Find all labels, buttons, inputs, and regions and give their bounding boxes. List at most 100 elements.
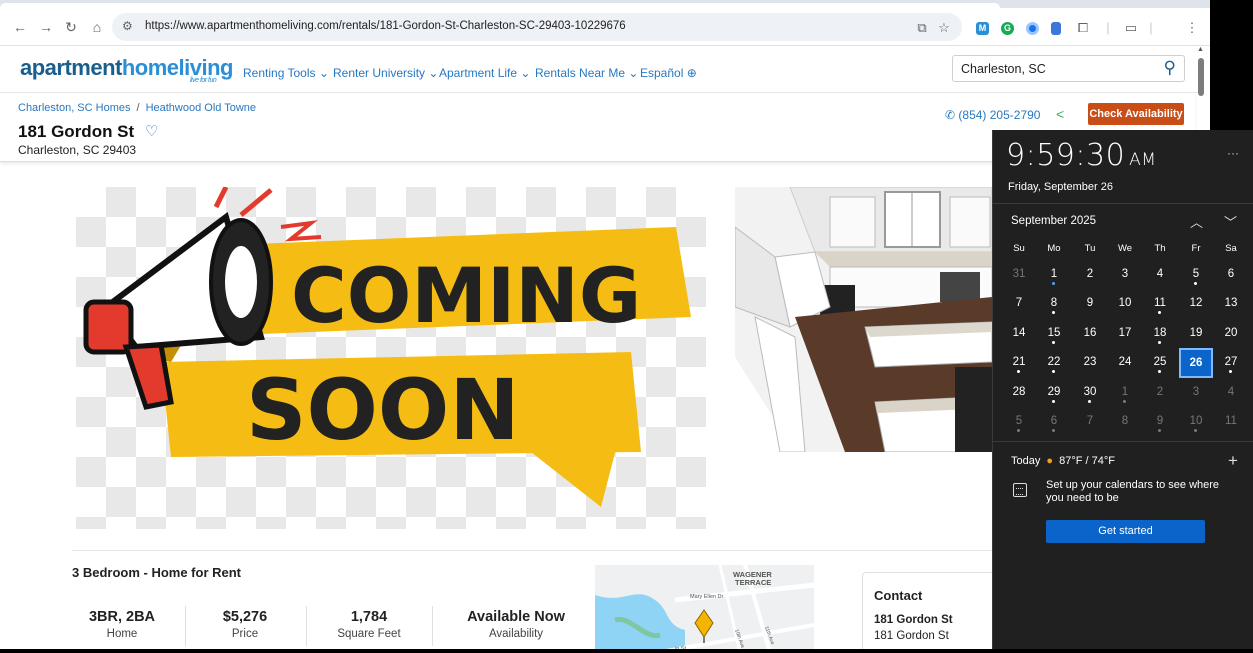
calendar-day[interactable]: 19 [1179, 319, 1213, 349]
breadcrumb: Charleston, SC Homes / Heathwood Old Towne [18, 102, 256, 114]
install-app-icon[interactable]: ⧉ [914, 20, 930, 36]
calendar-day[interactable]: 2 [1073, 260, 1107, 290]
nav-espanol[interactable]: Español ⊕ [640, 66, 697, 80]
listing-title: 181 Gordon St [18, 122, 135, 141]
logo-part-2: homeliving [121, 55, 234, 80]
menu-kebab-icon[interactable]: ⋮ [1184, 20, 1200, 36]
breadcrumb-neighborhood[interactable]: Heathwood Old Towne [146, 102, 256, 114]
search-icon[interactable]: ⚲ [1164, 58, 1176, 78]
extension-blue-circle-icon[interactable] [1026, 22, 1039, 35]
event-dot [1017, 429, 1020, 432]
calendar-day[interactable]: 8 [1108, 407, 1142, 437]
calendar-day[interactable]: 20 [1214, 319, 1248, 349]
calendar-day[interactable]: 22 [1037, 348, 1071, 378]
contact-name: 181 Gordon St [874, 614, 953, 626]
favorite-heart-icon[interactable]: ♡ [145, 122, 158, 140]
calendar-day-today[interactable]: 26 [1179, 348, 1213, 378]
date-long[interactable]: Friday, September 26 [1008, 181, 1113, 193]
add-event-icon[interactable]: + [1228, 451, 1238, 471]
contact-address: 181 Gordon St [874, 630, 949, 642]
calendar-day[interactable]: 11 [1143, 289, 1177, 319]
address-bar[interactable]: ⚙ https://www.apartmenthomeliving.com/re… [112, 13, 962, 41]
scrollbar-thumb[interactable] [1198, 58, 1204, 96]
stat-availability: Available Now Availability [456, 609, 576, 640]
extensions-puzzle-icon[interactable]: ⧠ [1075, 20, 1091, 36]
calendar-day[interactable]: 25 [1143, 348, 1177, 378]
reading-mode-icon[interactable]: ▭ [1123, 20, 1139, 36]
calendar-day[interactable]: 7 [1073, 407, 1107, 437]
listing-photo-kitchen[interactable] [735, 187, 992, 452]
calendar-day[interactable]: 5 [1002, 407, 1036, 437]
calendar-day[interactable]: 16 [1073, 319, 1107, 349]
calendar-day[interactable]: 11 [1214, 407, 1248, 437]
breadcrumb-charleston-homes[interactable]: Charleston, SC Homes [18, 102, 131, 114]
calendar-day[interactable]: 1 [1037, 260, 1071, 290]
nav-renter-university[interactable]: Renter University ⌄ [333, 66, 438, 80]
event-dot [1229, 370, 1232, 373]
site-logo[interactable]: apartmenthomeliving live for fun [20, 55, 234, 84]
nav-renting-tools[interactable]: Renting Tools ⌄ [243, 66, 329, 80]
scroll-up-icon[interactable]: ▲ [1197, 46, 1204, 53]
weekday-label: Sa [1225, 243, 1237, 254]
globe-icon: ⊕ [686, 66, 697, 80]
event-dot [1158, 341, 1161, 344]
calendar-day[interactable]: 3 [1179, 378, 1213, 408]
calendar-day[interactable]: 10 [1108, 289, 1142, 319]
get-started-button[interactable]: Get started [1046, 520, 1205, 543]
calendar-day[interactable]: 13 [1214, 289, 1248, 319]
calendar-day[interactable]: 15 [1037, 319, 1071, 349]
calendar-day[interactable]: 31 [1002, 260, 1036, 290]
nav-apartment-life[interactable]: Apartment Life ⌄ [439, 66, 530, 80]
calendar-day[interactable]: 17 [1108, 319, 1142, 349]
home-icon[interactable]: ⌂ [89, 19, 105, 35]
calendar-day[interactable]: 4 [1214, 378, 1248, 408]
calendar-day[interactable]: 2 [1143, 378, 1177, 408]
calendar-day[interactable]: 30 [1073, 378, 1107, 408]
calendar-day[interactable]: 9 [1073, 289, 1107, 319]
calendar-day[interactable]: 9 [1143, 407, 1177, 437]
forward-icon[interactable]: → [38, 19, 54, 35]
calendar-day[interactable]: 8 [1037, 289, 1071, 319]
calendar-day[interactable]: 18 [1143, 319, 1177, 349]
search-value: Charleston, SC [961, 62, 1046, 76]
listing-photo-coming-soon[interactable]: COMING SOON [76, 187, 706, 529]
calendar-day[interactable]: 6 [1214, 260, 1248, 290]
calendar-day[interactable]: 7 [1002, 289, 1036, 319]
reload-icon[interactable]: ↻ [63, 19, 79, 35]
calendar-day[interactable]: 1 [1108, 378, 1142, 408]
calendar-day[interactable]: 12 [1179, 289, 1213, 319]
phone-link[interactable]: ✆ (854) 205-2790 [945, 108, 1040, 122]
share-icon[interactable]: < [1056, 106, 1064, 122]
calendar-day[interactable]: 21 [1002, 348, 1036, 378]
extension-green-icon[interactable]: G [1001, 22, 1014, 35]
phone-icon: ✆ [945, 108, 956, 122]
soon-text: SOON [246, 361, 520, 459]
weekday-label: We [1117, 243, 1133, 254]
back-icon[interactable]: ← [12, 19, 28, 35]
calendar-day[interactable]: 23 [1073, 348, 1107, 378]
calendar-day[interactable]: 24 [1108, 348, 1142, 378]
calendar-day[interactable]: 28 [1002, 378, 1036, 408]
calendar-day[interactable]: 14 [1002, 319, 1036, 349]
previous-month-icon[interactable]: ︿ [1190, 212, 1203, 231]
calendar-day[interactable]: 29 [1037, 378, 1071, 408]
calendar-day[interactable]: 6 [1037, 407, 1071, 437]
calendar-day[interactable]: 4 [1143, 260, 1177, 290]
calendar-day[interactable]: 3 [1108, 260, 1142, 290]
extension-mail-icon[interactable]: M [976, 22, 989, 35]
check-availability-button[interactable]: Check Availability [1088, 103, 1184, 125]
chevron-down-icon: ⌄ [428, 66, 439, 80]
calendar-day[interactable]: 27 [1214, 348, 1248, 378]
extension-doc-icon[interactable] [1051, 22, 1061, 35]
month-label[interactable]: September 2025 [1011, 215, 1096, 227]
nav-rentals-near-me[interactable]: Rentals Near Me ⌄ [535, 66, 638, 80]
calendar-day[interactable]: 5 [1179, 260, 1213, 290]
site-info-icon[interactable]: ⚙ [122, 19, 133, 33]
location-map[interactable]: WAGENER TERRACE Mary Ellen Dr 10th Ave 1… [595, 565, 814, 653]
bookmark-star-icon[interactable]: ☆ [936, 20, 952, 36]
next-month-icon[interactable]: ﹀ [1224, 212, 1237, 231]
calendar-day[interactable]: 10 [1179, 407, 1213, 437]
stat-square-feet: 1,784 Square Feet [309, 609, 429, 640]
more-options-icon[interactable]: ··· [1227, 146, 1239, 160]
location-search-input[interactable]: Charleston, SC ⚲ [952, 55, 1185, 82]
